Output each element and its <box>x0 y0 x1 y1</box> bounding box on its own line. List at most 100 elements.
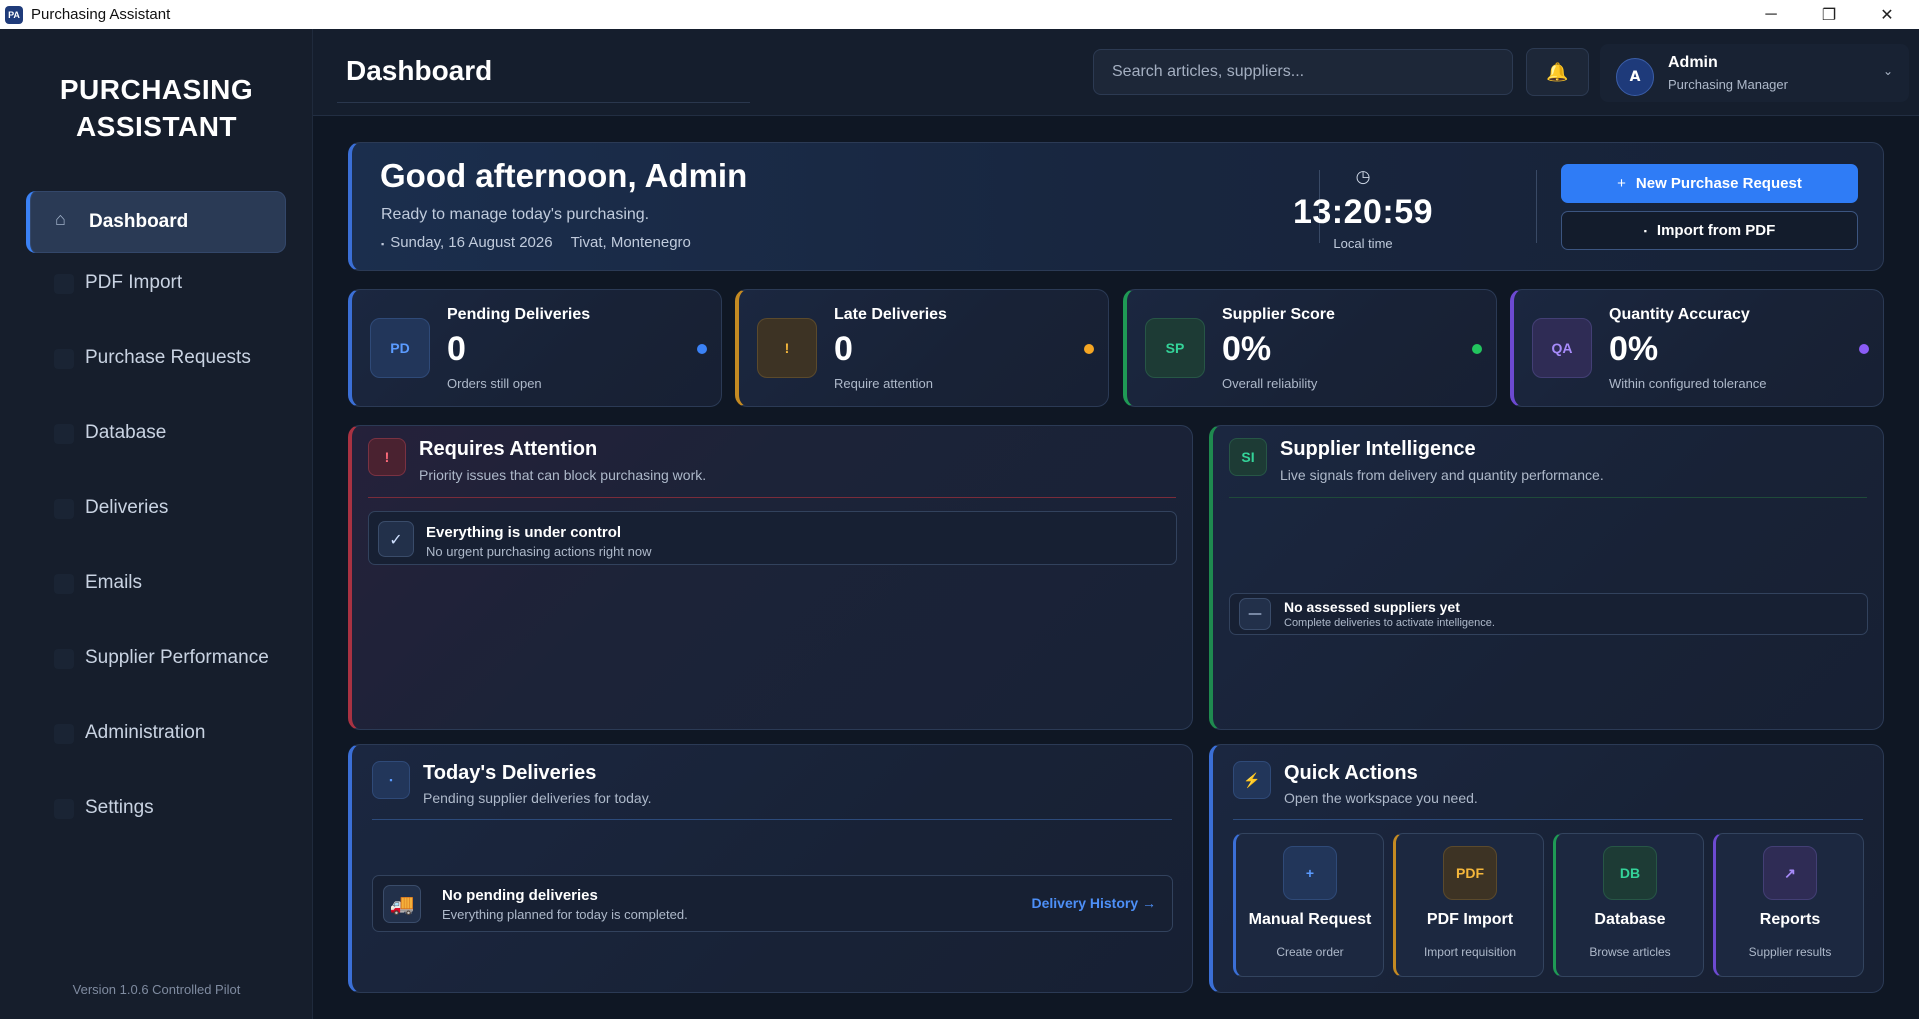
date-location: ▪ Sunday, 16 August 2026 Tivat, Montenegro <box>381 234 691 251</box>
gear-icon <box>54 799 74 819</box>
quick-action-reports[interactable]: ↗ Reports Supplier results <box>1713 833 1864 977</box>
section-subtitle: Pending supplier deliveries for today. <box>423 790 652 806</box>
status-title: No assessed suppliers yet <box>1284 599 1460 615</box>
admin-icon <box>54 724 74 744</box>
quantity-accuracy-icon: QA <box>1532 318 1592 378</box>
truck-icon: 🚚 <box>383 885 421 923</box>
clock-icon: ◷ <box>1355 167 1371 187</box>
section-title: Requires Attention <box>419 438 598 460</box>
kpi-supplier-score[interactable]: SP Supplier Score 0% Overall reliability <box>1123 289 1497 407</box>
close-icon[interactable]: ✕ <box>1858 0 1916 29</box>
sidebar-item-administration[interactable]: Administration <box>26 702 286 764</box>
minimize-icon[interactable]: ─ <box>1742 0 1800 29</box>
greeting-heading: Good afternoon, Admin <box>380 157 748 194</box>
app-version: Version 1.0.6 Controlled Pilot <box>72 982 241 997</box>
sidebar-item-purchase-requests[interactable]: Purchase Requests <box>26 327 286 389</box>
avatar: A <box>1616 58 1654 96</box>
quick-action-pdf-import[interactable]: PDF PDF Import Import requisition <box>1393 833 1544 977</box>
section-divider <box>1229 497 1867 498</box>
quick-action-database[interactable]: DB Database Browse articles <box>1553 833 1704 977</box>
welcome-banner: Good afternoon, Admin Ready to manage to… <box>348 142 1884 271</box>
request-icon <box>54 349 74 369</box>
section-subtitle: Priority issues that can block purchasin… <box>419 467 707 483</box>
kpi-value: 0% <box>1609 330 1659 368</box>
plus-icon: + <box>1617 175 1626 192</box>
sidebar-item-label: Emails <box>85 572 143 593</box>
kpi-title: Quantity Accuracy <box>1609 306 1750 323</box>
sidebar-item-settings[interactable]: Settings <box>26 777 286 839</box>
user-name: Admin <box>1668 54 1718 71</box>
sidebar-item-label: Purchase Requests <box>85 347 251 368</box>
sidebar-item-deliveries[interactable]: Deliveries <box>26 477 286 539</box>
dash-icon: — <box>1239 598 1271 630</box>
check-icon: ✓ <box>378 521 414 557</box>
user-menu[interactable]: A Admin Purchasing Manager ⌄ <box>1600 44 1909 102</box>
sidebar-item-pdf-import[interactable]: PDF Import <box>26 252 286 314</box>
quick-action-title: PDF Import <box>1426 911 1514 928</box>
delivery-history-link[interactable]: Delivery History → <box>1032 895 1157 911</box>
local-time-label: Local time <box>1333 236 1393 251</box>
sidebar-item-label: Settings <box>85 797 154 818</box>
kpi-pending-deliveries[interactable]: PD Pending Deliveries 0 Orders still ope… <box>348 289 722 407</box>
greeting-subtitle: Ready to manage today's purchasing. <box>381 206 650 223</box>
current-location: Tivat, Montenegro <box>570 234 691 251</box>
sidebar-item-label: PDF Import <box>85 272 183 293</box>
supplier-score-icon: SP <box>1145 318 1205 378</box>
section-subtitle: Live signals from delivery and quantity … <box>1280 467 1604 483</box>
section-divider <box>372 819 1172 820</box>
plus-icon: + <box>1283 846 1337 900</box>
status-dot <box>1859 344 1869 354</box>
title-divider <box>337 102 750 103</box>
supplier-intelligence-panel: SI Supplier Intelligence Live signals fr… <box>1209 425 1884 730</box>
kpi-subtitle: Within configured tolerance <box>1609 376 1767 391</box>
status-title: No pending deliveries <box>442 887 598 904</box>
todays-deliveries-panel: ▪ Today's Deliveries Pending supplier de… <box>348 744 1193 993</box>
chevron-down-icon: ⌄ <box>1882 64 1893 78</box>
section-divider <box>1233 819 1863 820</box>
section-title: Quick Actions <box>1284 762 1418 784</box>
kpi-quantity-accuracy[interactable]: QA Quantity Accuracy 0% Within configure… <box>1510 289 1884 407</box>
current-date: Sunday, 16 August 2026 <box>390 234 553 251</box>
window-titlebar: PA Purchasing Assistant ─ ❐ ✕ <box>0 0 1919 29</box>
database-icon: DB <box>1603 846 1657 900</box>
local-time: 13:20:59 <box>1292 193 1434 231</box>
new-purchase-request-button[interactable]: + New Purchase Request <box>1561 164 1858 203</box>
maximize-icon[interactable]: ❐ <box>1800 0 1858 29</box>
document-icon: ▪ <box>1643 225 1647 236</box>
sidebar-item-supplier-performance[interactable]: Supplier Performance <box>26 627 286 689</box>
brand-line-2: ASSISTANT <box>75 111 238 142</box>
kpi-value: 0% <box>1222 330 1272 368</box>
pending-deliveries-icon: PD <box>370 318 430 378</box>
kpi-subtitle: Overall reliability <box>1222 376 1318 391</box>
status-dot <box>1084 344 1094 354</box>
import-from-pdf-button[interactable]: ▪ Import from PDF <box>1561 211 1858 250</box>
status-subtitle: Complete deliveries to activate intellig… <box>1284 617 1495 629</box>
quick-actions-panel: ⚡ Quick Actions Open the workspace you n… <box>1209 744 1884 993</box>
kpi-late-deliveries[interactable]: ! Late Deliveries 0 Require attention <box>735 289 1109 407</box>
chart-icon <box>54 649 74 669</box>
sidebar: PURCHASING ASSISTANT ⌂ Dashboard PDF Imp… <box>0 29 313 1019</box>
sidebar-item-label: Database <box>85 422 167 443</box>
brand-line-1: PURCHASING <box>59 74 254 105</box>
search-input[interactable] <box>1093 49 1513 95</box>
page-title: Dashboard <box>346 55 493 86</box>
warning-icon: ! <box>757 318 817 378</box>
divider <box>1536 170 1537 243</box>
notification-bell-icon[interactable]: 🔔 <box>1526 48 1589 96</box>
sidebar-item-label: Dashboard <box>89 211 189 232</box>
deliveries-status-row: 🚚 No pending deliveries Everything plann… <box>372 875 1173 932</box>
brand-logo: PURCHASING ASSISTANT <box>0 71 313 145</box>
quick-action-subtitle: Create order <box>1276 945 1344 959</box>
quick-action-manual-request[interactable]: + Manual Request Create order <box>1233 833 1384 977</box>
truck-icon <box>54 499 74 519</box>
quick-action-subtitle: Import requisition <box>1423 945 1517 959</box>
sidebar-item-emails[interactable]: Emails <box>26 552 286 614</box>
kpi-subtitle: Orders still open <box>447 376 542 391</box>
button-label: New Purchase Request <box>1635 175 1802 192</box>
attention-status-row: ✓ Everything is under control No urgent … <box>368 511 1177 565</box>
sidebar-item-database[interactable]: Database <box>26 402 286 464</box>
top-header: Dashboard 🔔 A Admin Purchasing Manager ⌄ <box>313 29 1919 116</box>
section-title: Supplier Intelligence <box>1280 438 1476 460</box>
sidebar-item-dashboard[interactable]: ⌂ Dashboard <box>26 191 286 253</box>
kpi-value: 0 <box>447 330 466 368</box>
